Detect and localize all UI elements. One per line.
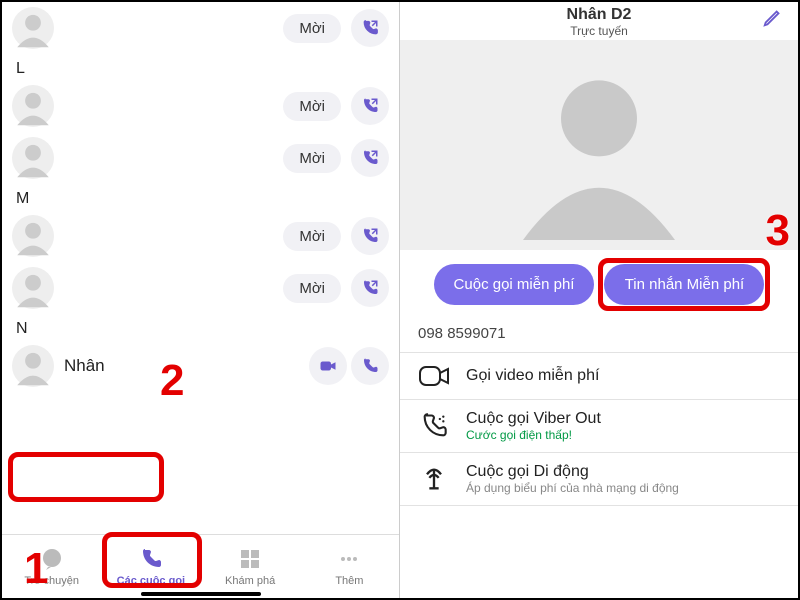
option-title: Cuộc gọi Di động [466, 463, 679, 481]
annotation-box-2-contact [8, 452, 164, 502]
option-viber-out[interactable]: Cuộc gọi Viber Out Cước gọi điện thấp! [400, 400, 798, 453]
contact-detail-screen: Nhân D2 Trực tuyến 3 Cuộc gọi miễn phí T… [400, 2, 798, 598]
contact-row[interactable]: Mời [2, 80, 399, 132]
call-button[interactable] [351, 347, 389, 385]
free-call-button[interactable]: Cuộc gọi miễn phí [434, 264, 595, 305]
contact-subtitle: Trực tuyến [400, 24, 798, 38]
contact-row[interactable]: Mời [2, 262, 399, 314]
tab-calls[interactable]: Các cuộc gọi [101, 535, 200, 598]
contact-row[interactable]: Mời [2, 210, 399, 262]
tab-label: Trò chuyện [24, 575, 79, 587]
video-icon [418, 363, 450, 389]
option-subtitle: Áp dụng biểu phí của nhà mạng di động [466, 481, 679, 495]
bottom-tabbar: Trò chuyện Các cuộc gọi Khám phá Thêm [2, 534, 399, 598]
tab-more[interactable]: Thêm [300, 535, 399, 598]
section-header-M: M [2, 184, 399, 210]
avatar-icon [12, 85, 54, 127]
invite-button[interactable]: Mời [283, 14, 341, 43]
annotation-number-3: 3 [766, 206, 790, 256]
avatar-icon [12, 7, 54, 49]
contact-header: Nhân D2 Trực tuyến [400, 2, 798, 40]
section-header-L: L [2, 54, 399, 80]
invite-button[interactable]: Mời [283, 274, 341, 303]
call-button[interactable] [351, 217, 389, 255]
option-title: Cuộc gọi Viber Out [466, 410, 601, 428]
contacts-screen: Mời L Mời Mời M Mời Mời [2, 2, 400, 598]
tab-label: Các cuộc gọi [117, 575, 185, 587]
action-buttons: Cuộc gọi miễn phí Tin nhắn Miễn phí [400, 250, 798, 319]
contact-row[interactable]: Mời [2, 132, 399, 184]
tab-label: Khám phá [225, 575, 275, 587]
option-title: Gọi video miễn phí [466, 367, 599, 385]
avatar-icon [12, 137, 54, 179]
tab-explore[interactable]: Khám phá [201, 535, 300, 598]
edit-icon[interactable] [762, 6, 784, 33]
section-header-N: N [2, 314, 399, 340]
option-subtitle: Cước gọi điện thấp! [466, 428, 601, 442]
contact-row[interactable]: Mời [2, 2, 399, 54]
home-indicator [141, 592, 261, 596]
contact-name: Nhân [64, 356, 305, 376]
option-video-call[interactable]: Gọi video miễn phí [400, 353, 798, 400]
invite-button[interactable]: Mời [283, 144, 341, 173]
antenna-icon [418, 465, 450, 493]
phone-number[interactable]: 098 8599071 [400, 319, 798, 353]
contact-title: Nhân D2 [400, 6, 798, 24]
call-button[interactable] [351, 269, 389, 307]
call-button[interactable] [351, 87, 389, 125]
invite-button[interactable]: Mời [283, 222, 341, 251]
call-button[interactable] [351, 139, 389, 177]
video-call-button[interactable] [309, 347, 347, 385]
free-message-button[interactable]: Tin nhắn Miễn phí [604, 264, 764, 305]
contact-avatar-large: 3 [400, 40, 798, 250]
tab-chat[interactable]: Trò chuyện [2, 535, 101, 598]
call-button[interactable] [351, 9, 389, 47]
viberout-icon [418, 412, 450, 440]
invite-button[interactable]: Mời [283, 92, 341, 121]
avatar-icon [12, 345, 54, 387]
contact-row-nhan[interactable]: Nhân [2, 340, 399, 392]
avatar-icon [12, 267, 54, 309]
avatar-icon [12, 215, 54, 257]
option-mobile-call[interactable]: Cuộc gọi Di động Áp dụng biểu phí của nh… [400, 453, 798, 506]
tab-label: Thêm [335, 575, 363, 587]
